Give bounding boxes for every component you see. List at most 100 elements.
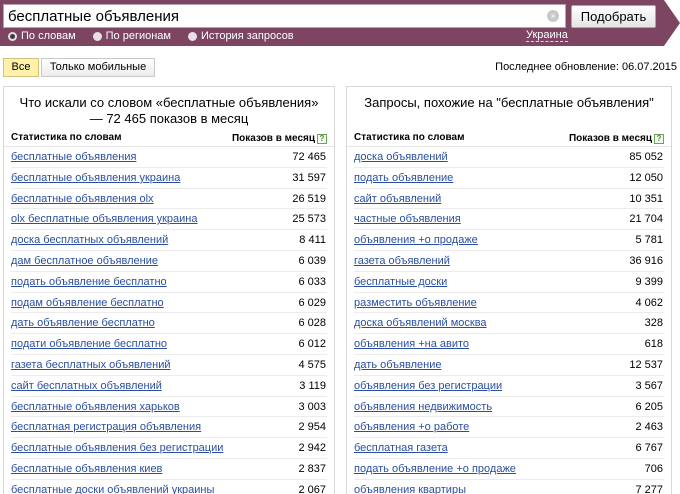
table-row: бесплатные объявления olx 26 519 bbox=[11, 189, 327, 210]
column-count-header: Показов в месяц ? bbox=[569, 131, 664, 146]
table-row: дать объявление 12 537 bbox=[354, 355, 664, 376]
phrase-link[interactable]: бесплатные объявления украина bbox=[11, 168, 180, 188]
help-icon[interactable]: ? bbox=[654, 133, 664, 144]
phrase-link[interactable]: olx бесплатные объявления украина bbox=[11, 209, 197, 229]
table-row: бесплатные доски объявлений украины 2 067 bbox=[11, 480, 327, 494]
impressions-count: 6 039 bbox=[298, 254, 326, 267]
phrase-link[interactable]: бесплатные доски bbox=[354, 272, 447, 292]
phrase-link[interactable]: дам бесплатное объявление bbox=[11, 251, 158, 271]
phrase-link[interactable]: бесплатная газета bbox=[354, 438, 448, 458]
phrase-link[interactable]: бесплатные объявления bbox=[11, 147, 136, 167]
phrase-link[interactable]: подам объявление бесплатно bbox=[11, 293, 164, 313]
table-row: бесплатные доски 9 399 bbox=[354, 272, 664, 293]
table-row: объявления квартиры 7 277 bbox=[354, 480, 664, 494]
help-icon[interactable]: ? bbox=[317, 133, 327, 144]
phrase-link[interactable]: дать объявление bbox=[354, 355, 441, 375]
table-row: объявления +о работе 2 463 bbox=[354, 417, 664, 439]
device-filter: Все Только мобильные bbox=[3, 58, 155, 77]
phrase-link[interactable]: бесплатные доски объявлений украины bbox=[11, 480, 214, 494]
table-row: объявления +на авито 618 bbox=[354, 334, 664, 355]
search-input[interactable] bbox=[4, 5, 544, 27]
phrase-link[interactable]: газета бесплатных объявлений bbox=[11, 355, 171, 375]
search-header: × Подобрать По словам По регионам Истори… bbox=[0, 0, 680, 46]
impressions-count: 8 411 bbox=[299, 234, 326, 247]
phrase-link[interactable]: бесплатные объявления киев bbox=[11, 459, 162, 479]
table-row: сайт объявлений 10 351 bbox=[354, 189, 664, 210]
phrase-link[interactable]: объявления без регистрации bbox=[354, 376, 502, 396]
phrase-link[interactable]: доска объявлений москва bbox=[354, 313, 487, 333]
impressions-count: 4 575 bbox=[298, 358, 326, 371]
table-row: дать объявление бесплатно 6 028 bbox=[11, 313, 327, 335]
phrase-link[interactable]: бесплатные объявления без регистрации bbox=[11, 438, 223, 458]
mode-by-regions[interactable]: По регионам bbox=[92, 29, 171, 43]
table-row: подати объявление бесплатно 6 012 bbox=[11, 334, 327, 355]
phrase-link[interactable]: сайт бесплатных объявлений bbox=[11, 376, 162, 396]
column-count-label: Показов в месяц bbox=[231, 132, 315, 144]
clear-icon[interactable]: × bbox=[547, 10, 559, 22]
table-row: газета объявлений 36 916 bbox=[354, 251, 664, 272]
impressions-count: 85 052 bbox=[629, 151, 663, 163]
impressions-count: 706 bbox=[644, 462, 663, 475]
table-row: бесплатные объявления украина 31 597 bbox=[11, 168, 327, 189]
table-row: доска бесплатных объявлений 8 411 bbox=[11, 230, 327, 251]
phrase-link[interactable]: подать объявление bbox=[354, 168, 453, 188]
phrase-link[interactable]: объявления +о продаже bbox=[354, 230, 478, 250]
phrase-link[interactable]: бесплатные объявления харьков bbox=[11, 397, 180, 417]
table-row: бесплатная газета 6 767 bbox=[354, 438, 664, 459]
impressions-count: 2 463 bbox=[635, 421, 663, 434]
table-row: разместить объявление 4 062 bbox=[354, 293, 664, 314]
mode-by-words[interactable]: По словам bbox=[8, 29, 76, 43]
search-box: × bbox=[3, 4, 566, 28]
similar-panel-title: Запросы, похожие на "бесплатные объявлен… bbox=[364, 95, 654, 110]
table-row: бесплатные объявления киев 2 837 bbox=[11, 459, 327, 480]
phrase-link[interactable]: частные объявления bbox=[354, 209, 461, 229]
phrase-link[interactable]: бесплатные объявления olx bbox=[11, 189, 154, 209]
phrase-link[interactable]: доска объявлений bbox=[354, 147, 448, 167]
phrase-link[interactable]: доска бесплатных объявлений bbox=[11, 230, 168, 250]
impressions-count: 12 050 bbox=[629, 171, 663, 184]
phrase-link[interactable]: подать объявление бесплатно bbox=[11, 272, 167, 292]
similar-table-body: доска объявлений 85 052 подать объявление 1… bbox=[347, 147, 671, 494]
filter-mobile-button[interactable]: Только мобильные bbox=[41, 58, 155, 77]
mode-history[interactable]: История запросов bbox=[188, 29, 294, 43]
impressions-count: 72 465 bbox=[292, 151, 326, 163]
radio-icon[interactable] bbox=[188, 31, 197, 41]
similar-table-header: Статистика по словам Показов в месяц ? bbox=[347, 131, 671, 147]
phrase-link[interactable]: объявления недвижимость bbox=[354, 397, 492, 417]
impressions-count: 3 003 bbox=[298, 400, 326, 413]
radio-icon[interactable] bbox=[92, 31, 102, 41]
table-row: подать объявление +о продаже 706 bbox=[354, 459, 664, 480]
impressions-count: 26 519 bbox=[292, 192, 326, 205]
impressions-count: 2 067 bbox=[298, 483, 326, 494]
phrase-link[interactable]: бесплатная регистрация объявления bbox=[11, 417, 201, 437]
phrase-link[interactable]: объявления квартиры bbox=[354, 480, 466, 494]
phrase-link[interactable]: дать объявление бесплатно bbox=[11, 313, 155, 333]
phrase-link[interactable]: сайт объявлений bbox=[354, 189, 441, 209]
table-row: подам объявление бесплатно 6 029 bbox=[11, 293, 327, 314]
phrase-link[interactable]: газета объявлений bbox=[354, 251, 450, 271]
table-row: бесплатная регистрация объявления 2 954 bbox=[11, 417, 327, 439]
impressions-count: 6 028 bbox=[298, 317, 326, 330]
impressions-count: 618 bbox=[644, 338, 663, 351]
radio-icon[interactable] bbox=[8, 31, 17, 41]
phrase-link[interactable]: объявления +на авито bbox=[354, 334, 469, 354]
filter-all-button[interactable]: Все bbox=[3, 58, 39, 77]
table-row: бесплатные объявления 72 465 bbox=[11, 147, 327, 168]
phrase-link[interactable]: разместить объявление bbox=[354, 293, 477, 313]
impressions-count: 3 567 bbox=[635, 379, 663, 392]
submit-button[interactable]: Подобрать bbox=[571, 5, 656, 28]
impressions-count: 6 205 bbox=[635, 400, 663, 413]
phrase-link[interactable]: подати объявление бесплатно bbox=[11, 334, 167, 354]
impressions-count: 3 119 bbox=[299, 379, 326, 392]
impressions-count: 25 573 bbox=[292, 213, 326, 226]
last-update-text: Последнее обновление: 06.07.2015 bbox=[495, 61, 677, 73]
table-row: дам бесплатное объявление 6 039 bbox=[11, 251, 327, 272]
mode-label: По регионам bbox=[105, 30, 171, 42]
table-row: доска объявлений москва 328 bbox=[354, 313, 664, 335]
table-row: подать объявление бесплатно 6 033 bbox=[11, 272, 327, 293]
region-selector[interactable]: Украина bbox=[526, 29, 568, 42]
column-phrase-header: Статистика по словам bbox=[11, 132, 122, 143]
phrase-link[interactable]: объявления +о работе bbox=[354, 417, 469, 437]
phrase-link[interactable]: подать объявление +о продаже bbox=[354, 459, 516, 479]
impressions-count: 7 277 bbox=[635, 483, 663, 494]
